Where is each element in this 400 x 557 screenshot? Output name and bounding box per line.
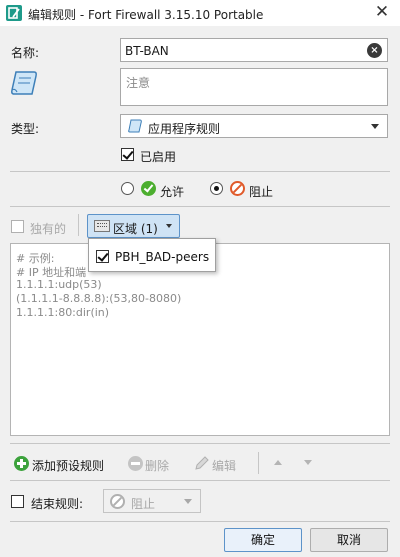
- enabled-label: 已启用: [140, 150, 177, 164]
- zones-button[interactable]: 区域 (1): [87, 214, 180, 238]
- add-icon: [14, 456, 29, 471]
- rules-placeholder-line: 1.1.1.1:80:dir(in): [16, 306, 110, 319]
- terminate-rule-label: 结束规则:: [31, 497, 84, 511]
- rules-placeholder-line: 1.1.1.1:udp(53): [16, 278, 102, 291]
- scroll-icon: [128, 119, 142, 133]
- type-select[interactable]: 应用程序规则: [120, 114, 388, 138]
- name-label: 名称:: [11, 46, 40, 60]
- zone-item-checkbox[interactable]: [96, 250, 109, 263]
- type-select-value: 应用程序规则: [148, 122, 221, 136]
- name-input[interactable]: BT-BAN ×: [120, 38, 388, 62]
- chevron-down-icon: [166, 224, 172, 228]
- toolbar-separator: [78, 214, 79, 236]
- title-bar: 编辑规则 - Fort Firewall 3.15.10 Portable ✕: [0, 0, 400, 26]
- zones-dropdown: PBH_BAD-peers: [88, 238, 216, 272]
- exclusive-label: 独有的: [30, 222, 67, 236]
- block-radio[interactable]: [210, 182, 223, 195]
- divider: [10, 480, 390, 481]
- fort-firewall-app-icon: [6, 5, 22, 21]
- notes-placeholder: 注意: [126, 76, 151, 90]
- add-preset-rule-button[interactable]: 添加预设规则: [32, 457, 104, 474]
- type-label: 类型:: [11, 122, 40, 136]
- divider: [10, 206, 390, 207]
- notes-scroll-icon: [11, 71, 37, 95]
- remove-icon: [128, 456, 143, 471]
- terminate-action-select[interactable]: 阻止: [103, 489, 201, 513]
- move-up-icon[interactable]: [274, 460, 282, 465]
- move-down-icon[interactable]: [304, 460, 312, 465]
- allow-radio[interactable]: [121, 182, 134, 195]
- block-label: 阻止: [249, 185, 274, 199]
- enabled-checkbox[interactable]: [121, 148, 134, 161]
- block-icon: [230, 181, 245, 196]
- notes-input[interactable]: 注意: [120, 68, 388, 106]
- clear-input-icon[interactable]: ×: [367, 43, 382, 58]
- divider: [10, 443, 390, 444]
- chevron-down-icon: [371, 124, 379, 129]
- allow-check-icon: [141, 181, 156, 196]
- edit-button[interactable]: 编辑: [212, 457, 236, 474]
- terminate-action-value: 阻止: [131, 497, 156, 511]
- window-title: 编辑规则 - Fort Firewall 3.15.10 Portable: [28, 8, 264, 22]
- terminate-rule-checkbox[interactable]: [11, 495, 24, 508]
- pencil-icon: [195, 456, 209, 470]
- zone-item-label[interactable]: PBH_BAD-peers: [115, 250, 209, 264]
- name-input-value: BT-BAN: [125, 44, 169, 58]
- divider: [10, 171, 390, 172]
- rules-placeholder-line: (1.1.1.1-8.8.8.8):(53,80-8080): [16, 292, 182, 305]
- close-window-button[interactable]: ✕: [370, 1, 394, 25]
- chevron-down-icon: [184, 499, 192, 504]
- ok-button[interactable]: 确定: [224, 528, 302, 552]
- block-icon: [110, 494, 125, 509]
- cancel-button[interactable]: 取消: [310, 528, 388, 552]
- exclusive-checkbox[interactable]: [11, 220, 24, 233]
- toolbar-separator: [258, 452, 259, 474]
- delete-button[interactable]: 删除: [145, 457, 169, 474]
- keyboard-zone-icon: [94, 220, 110, 232]
- zones-button-label: 区域 (1): [113, 222, 158, 236]
- divider: [10, 521, 390, 522]
- allow-label: 允许: [160, 185, 185, 199]
